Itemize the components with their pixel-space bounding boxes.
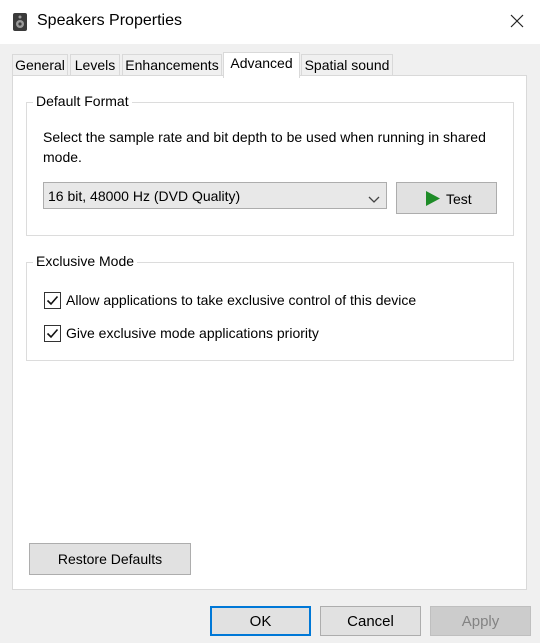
advanced-panel: Default Format Select the sample rate an… <box>12 75 527 590</box>
test-button[interactable]: Test <box>396 182 497 214</box>
allow-exclusive-control-checkbox[interactable] <box>44 292 61 309</box>
default-format-description: Select the sample rate and bit depth to … <box>43 129 486 165</box>
exclusive-mode-group: Exclusive Mode Allow applications to tak… <box>26 253 514 361</box>
tab-general[interactable]: General <box>12 54 68 76</box>
default-format-group: Default Format Select the sample rate an… <box>26 93 514 236</box>
title-bar: Speakers Properties <box>0 0 540 44</box>
close-button[interactable] <box>494 0 540 44</box>
tab-levels[interactable]: Levels <box>70 54 120 76</box>
allow-exclusive-control-label: Allow applications to take exclusive con… <box>66 292 417 308</box>
tab-spatial-sound[interactable]: Spatial sound <box>301 54 393 76</box>
chevron-down-icon <box>368 191 380 203</box>
close-icon <box>510 14 524 31</box>
speaker-icon <box>12 12 28 32</box>
play-icon <box>426 191 440 206</box>
exclusive-priority-checkbox[interactable] <box>44 325 61 342</box>
restore-defaults-button[interactable]: Restore Defaults <box>29 543 191 575</box>
exclusive-mode-heading: Exclusive Mode <box>33 253 138 269</box>
window-title: Speakers Properties <box>37 12 182 29</box>
default-format-heading: Default Format <box>33 93 132 109</box>
ok-button[interactable]: OK <box>210 606 311 636</box>
tab-enhancements[interactable]: Enhancements <box>122 54 222 76</box>
cancel-button[interactable]: Cancel <box>320 606 421 636</box>
exclusive-priority-label: Give exclusive mode applications priorit… <box>66 325 319 341</box>
tab-advanced[interactable]: Advanced <box>223 52 300 78</box>
format-dropdown[interactable]: 16 bit, 48000 Hz (DVD Quality) <box>43 182 387 209</box>
apply-button[interactable]: Apply <box>430 606 531 636</box>
test-button-label: Test <box>446 191 472 207</box>
format-selected-value: 16 bit, 48000 Hz (DVD Quality) <box>48 188 241 204</box>
